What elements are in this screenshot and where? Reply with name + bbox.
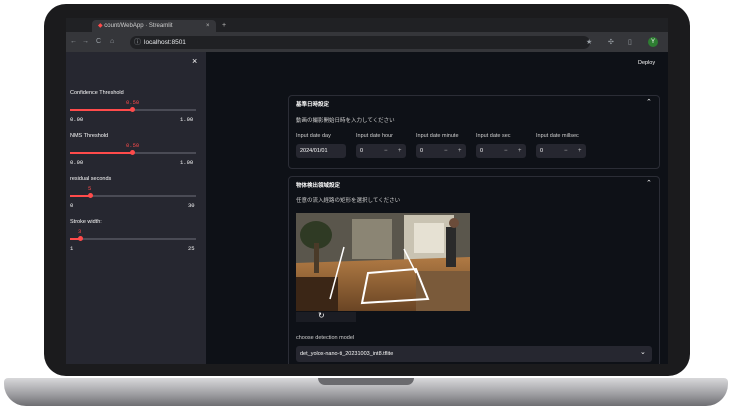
url-field[interactable]: localhost:8501: [130, 36, 590, 49]
slider-value: 0.50: [126, 142, 140, 149]
screen: ◆ count/WebApp · Streamlit × + ← → C ⌂ l…: [66, 18, 668, 364]
plus-icon[interactable]: +: [458, 144, 462, 158]
hour-value: 0: [360, 148, 364, 154]
laptop-notch: [318, 378, 414, 385]
tab-close-icon[interactable]: ×: [206, 20, 210, 32]
canvas-toolbar: [296, 312, 356, 322]
section-description: 動画の撮影開始日時を入力してください: [296, 118, 395, 124]
slider-handle[interactable]: [78, 236, 83, 241]
expander-title[interactable]: 基準日時設定: [296, 100, 329, 108]
tab-title: count/WebApp · Streamlit: [104, 23, 173, 29]
slider-max: 30: [188, 202, 195, 209]
slider-handle[interactable]: [130, 107, 135, 112]
room-photo: [296, 213, 470, 311]
expander-title[interactable]: 物体検出領域設定: [296, 181, 340, 189]
minus-icon[interactable]: −: [564, 144, 568, 158]
minus-icon[interactable]: −: [504, 144, 508, 158]
drawable-canvas[interactable]: [296, 213, 470, 311]
minus-icon[interactable]: −: [384, 144, 388, 158]
slider-fill: [70, 109, 133, 111]
deploy-button[interactable]: Deploy: [638, 60, 655, 66]
sidebar: × Confidence Threshold 0.50 0.00 1.00 NM…: [66, 52, 206, 364]
bookmark-star-icon[interactable]: ★: [586, 36, 592, 49]
slider-label: Confidence Threshold: [70, 90, 124, 96]
model-select[interactable]: det_yolox-nano-ti_20231003_int8.tflite: [296, 346, 652, 362]
slider-handle[interactable]: [130, 150, 135, 155]
field-label: Input date hour: [356, 133, 394, 139]
url-text: localhost:8501: [144, 39, 186, 46]
field-label: Input date sec: [476, 133, 511, 139]
plus-icon[interactable]: +: [398, 144, 402, 158]
slider-handle[interactable]: [88, 193, 93, 198]
side-panel-icon[interactable]: ▯: [628, 36, 632, 49]
date-input[interactable]: 2024/01/01: [296, 144, 346, 158]
slider-max: 1.00: [180, 116, 194, 123]
model-select-value: det_yolox-nano-ti_20231003_int8.tflite: [300, 351, 394, 357]
back-icon[interactable]: ←: [70, 36, 77, 48]
chevron-up-icon[interactable]: ⌃: [646, 179, 652, 187]
extensions-icon[interactable]: ✣: [608, 36, 614, 49]
slider-label: residual seconds: [70, 176, 112, 182]
reload-icon[interactable]: C: [96, 36, 101, 48]
main-content: Deploy 基準日時設定 ⌃ 動画の撮影開始日時を入力してください Input…: [206, 52, 668, 364]
slider-track[interactable]: [70, 238, 196, 240]
slider-min: 0: [70, 202, 74, 209]
chevron-down-icon[interactable]: ⌄: [640, 346, 646, 360]
field-label: Input date minute: [416, 133, 459, 139]
slider-min: 0.00: [70, 159, 84, 166]
chevron-up-icon[interactable]: ⌃: [646, 98, 652, 106]
profile-avatar[interactable]: Y: [648, 37, 658, 47]
field-label: Input date millsec: [536, 133, 579, 139]
slider-min: 1: [70, 245, 74, 252]
sidebar-close-icon[interactable]: ×: [192, 56, 197, 66]
slider-value: 0.50: [126, 99, 140, 106]
slider-min: 0.00: [70, 116, 84, 123]
select-label: choose detection model: [296, 335, 355, 341]
new-tab-button[interactable]: +: [222, 20, 226, 32]
minus-icon[interactable]: −: [444, 144, 448, 158]
forward-icon[interactable]: →: [82, 36, 89, 48]
millsec-value: 0: [540, 148, 544, 154]
minute-value: 0: [420, 148, 424, 154]
home-icon[interactable]: ⌂: [110, 36, 114, 48]
sec-value: 0: [480, 148, 484, 154]
reset-icon[interactable]: ↻: [318, 311, 325, 320]
slider-label: NMS Threshold: [70, 133, 109, 139]
slider-max: 25: [188, 245, 195, 252]
field-label: Input date day: [296, 133, 331, 139]
slider-fill: [70, 152, 133, 154]
plus-icon[interactable]: +: [578, 144, 582, 158]
section-description: 任意の流入経路の矩形を選択してください: [296, 198, 401, 204]
slider-label: Stroke width:: [70, 219, 102, 225]
site-info-icon[interactable]: ⓘ: [134, 36, 141, 49]
slider-max: 1.00: [180, 159, 194, 166]
plus-icon[interactable]: +: [518, 144, 522, 158]
browser-tab[interactable]: ◆ count/WebApp · Streamlit: [92, 20, 216, 32]
slider-value: 3: [78, 228, 82, 235]
slider-value: 5: [88, 185, 92, 192]
